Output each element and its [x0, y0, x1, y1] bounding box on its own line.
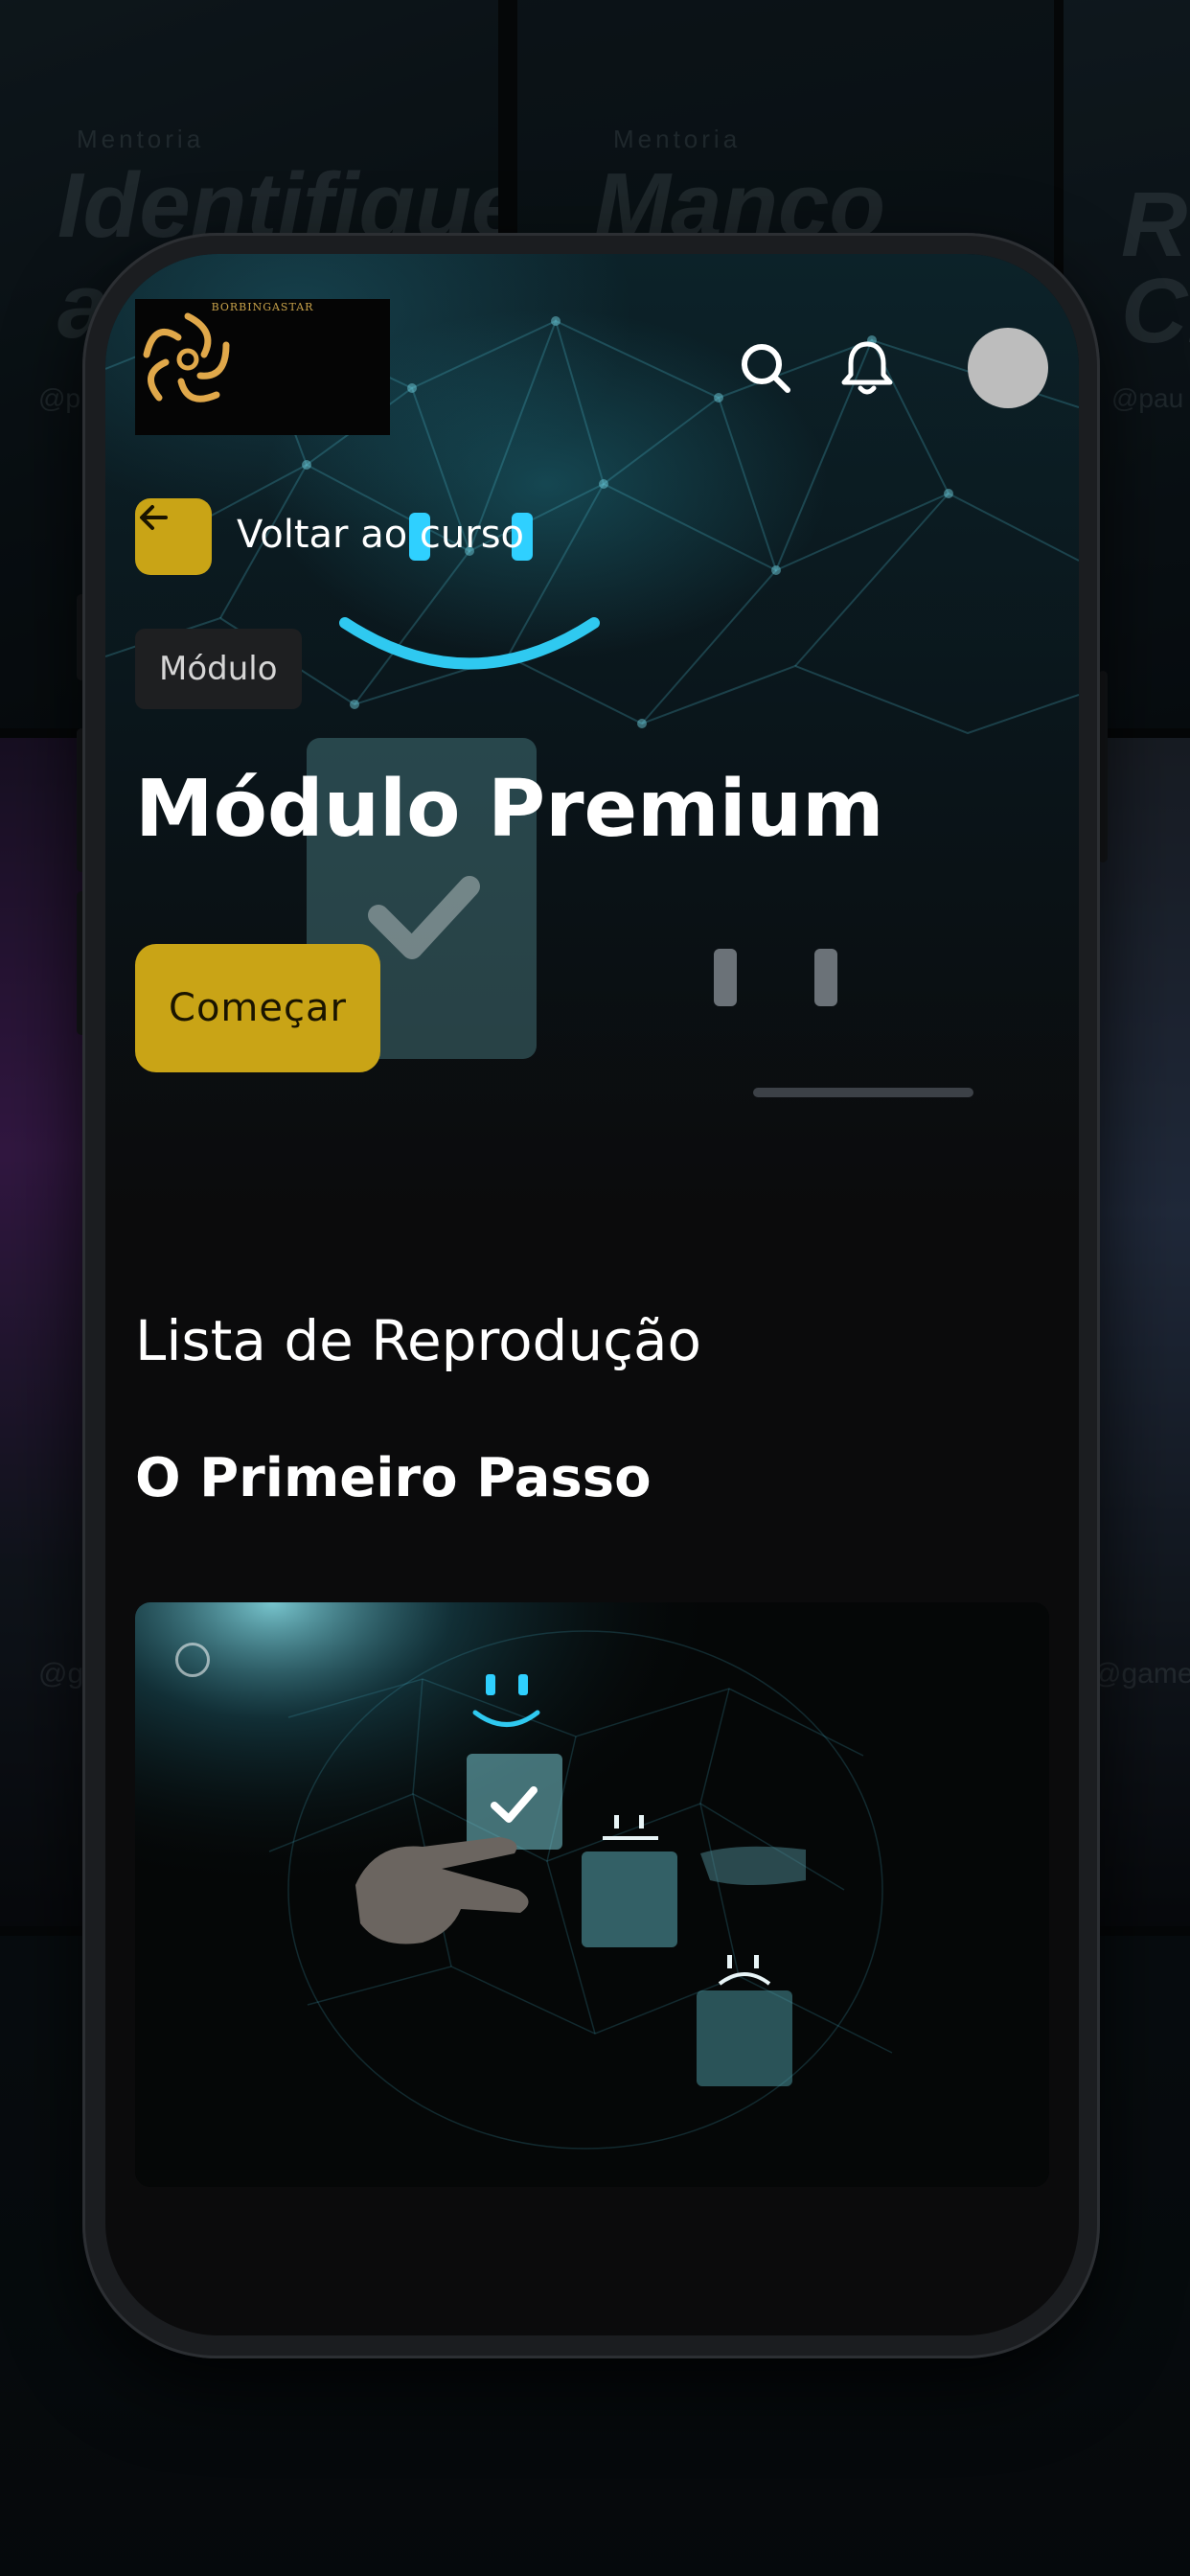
bell-icon — [841, 341, 893, 395]
search-button[interactable] — [738, 340, 799, 402]
lesson-thumbnail[interactable] — [135, 1602, 1049, 2187]
brand-logo[interactable]: BORBINGASTAR — [135, 299, 390, 435]
module-tag: Módulo — [135, 629, 302, 709]
playlist-heading: Lista de Reprodução — [135, 1308, 702, 1373]
logo-mark-icon — [143, 312, 230, 402]
lesson-thumbnail-artwork — [135, 1602, 1049, 2187]
back-button[interactable] — [135, 498, 212, 575]
lesson-title: O Primeiro Passo — [135, 1447, 652, 1509]
hero-banner: BORBINGASTAR Voltar ao curso Módulo Módu… — [105, 254, 1079, 1212]
page-title: Módulo Premium — [135, 764, 884, 855]
back-link[interactable]: Voltar ao curso — [237, 513, 524, 557]
avatar[interactable] — [968, 328, 1048, 408]
arrow-left-icon — [140, 505, 168, 530]
start-button[interactable]: Começar — [135, 944, 380, 1072]
search-icon — [742, 344, 790, 393]
selection-ring-icon[interactable] — [175, 1643, 210, 1677]
notifications-button[interactable] — [838, 338, 900, 402]
app-screen: BORBINGASTAR Voltar ao curso Módulo Módu… — [105, 254, 1079, 2335]
